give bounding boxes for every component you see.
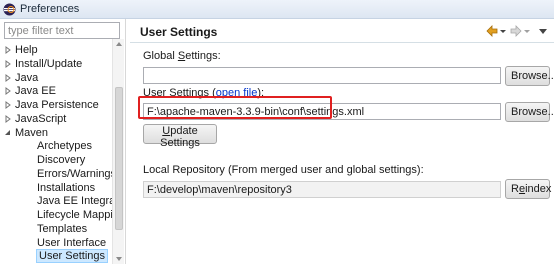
forward-dropdown-icon[interactable]	[524, 24, 530, 38]
tree-item[interactable]: Help	[5, 43, 38, 57]
tree-item-label: Lifecycle Mappings	[37, 209, 112, 221]
preferences-tree-pane: HelpInstall/UpdateJavaJava EEJava Persis…	[0, 19, 126, 264]
tree-collapsed-icon[interactable]	[4, 43, 12, 57]
tree-scrollbar[interactable]	[112, 39, 124, 264]
open-file-link[interactable]: open file	[216, 87, 258, 99]
back-arrow-icon[interactable]	[486, 24, 498, 38]
user-settings-input[interactable]	[143, 103, 501, 120]
tree-collapsed-icon[interactable]	[4, 71, 12, 85]
tree-item[interactable]: JavaScript	[5, 112, 67, 126]
back-dropdown-icon[interactable]	[500, 24, 506, 38]
global-settings-input[interactable]	[143, 67, 501, 84]
tree-item-label: User Settings	[35, 249, 109, 264]
global-settings-browse-button[interactable]: Browse...	[505, 66, 554, 86]
tree-expanded-icon[interactable]	[4, 126, 12, 140]
window-titlebar: Preferences	[0, 0, 554, 19]
tree-item[interactable]: Discovery	[37, 153, 85, 167]
update-settings-button[interactable]: Update Settings	[143, 124, 217, 149]
tree-item-label: Templates	[37, 222, 88, 235]
tree-item-label: Java	[15, 71, 39, 84]
tree-collapsed-icon[interactable]	[4, 84, 12, 98]
local-repository-label: Local Repository (From merged user and g…	[143, 164, 424, 176]
forward-arrow-icon[interactable]	[510, 24, 522, 38]
tree-item[interactable]: Errors/Warnings	[37, 167, 112, 181]
view-menu-icon[interactable]	[538, 24, 548, 38]
tree-item[interactable]: User Interface	[37, 236, 106, 250]
scroll-down-icon[interactable]	[116, 257, 122, 261]
tree-item[interactable]: Installations	[37, 181, 95, 195]
tree-item-label: JavaScript	[15, 112, 67, 125]
tree-item[interactable]: Install/Update	[5, 57, 83, 71]
user-settings-browse-button[interactable]: Browse...	[505, 102, 554, 122]
tree-item-label: Java Persistence	[15, 99, 99, 111]
eclipse-app-icon	[3, 3, 16, 16]
tree-collapsed-icon[interactable]	[4, 112, 12, 126]
filter-input[interactable]	[4, 22, 120, 39]
preferences-tree: Help Install/Update Java Java EE Java Persis…	[0, 39, 112, 264]
title-separator	[130, 42, 554, 43]
tree-collapsed-icon[interactable]	[4, 98, 12, 112]
settings-page: User Settings Global Settings: Browse...…	[130, 19, 554, 264]
page-title: User Settings	[140, 25, 218, 39]
tree-item[interactable]: Java EE Integration	[37, 194, 112, 208]
tree-collapsed-icon[interactable]	[4, 57, 12, 71]
local-repository-input	[143, 181, 501, 198]
tree-item-label: Discovery	[37, 154, 86, 166]
tree-item[interactable]: Templates	[37, 222, 87, 236]
tree-item-label: Archetypes	[37, 140, 93, 153]
scrollbar-thumb[interactable]	[115, 87, 123, 230]
tree-item[interactable]: Java EE	[5, 84, 56, 98]
tree-item[interactable]: Archetypes	[37, 139, 92, 153]
window-title: Preferences	[20, 3, 80, 15]
tree-item-label: Install/Update	[15, 57, 83, 70]
global-settings-label: Global Settings:	[143, 50, 221, 62]
tree-item-label: User Interface	[37, 236, 107, 249]
page-nav-toolbar	[486, 24, 550, 38]
tree-item-label: Installations	[37, 181, 96, 194]
tree-item-label: Java EE	[15, 85, 56, 98]
tree-item[interactable]: User Settings	[35, 249, 109, 264]
tree-item[interactable]: Maven	[5, 126, 49, 140]
tree-item-label: Errors/Warnings	[37, 167, 112, 180]
tree-item[interactable]: Java Persistence	[5, 98, 99, 112]
scroll-up-icon[interactable]	[116, 42, 122, 46]
tree-item-label: Java EE Integration	[37, 195, 112, 208]
reindex-button[interactable]: Reindex	[505, 179, 551, 199]
tree-item-label: Maven	[15, 126, 49, 139]
tree-item[interactable]: Java	[5, 71, 39, 85]
tree-item[interactable]: Lifecycle Mappings	[37, 208, 112, 222]
tree-item-label: Help	[15, 44, 38, 56]
user-settings-label: User Settings (open file):	[143, 87, 265, 99]
